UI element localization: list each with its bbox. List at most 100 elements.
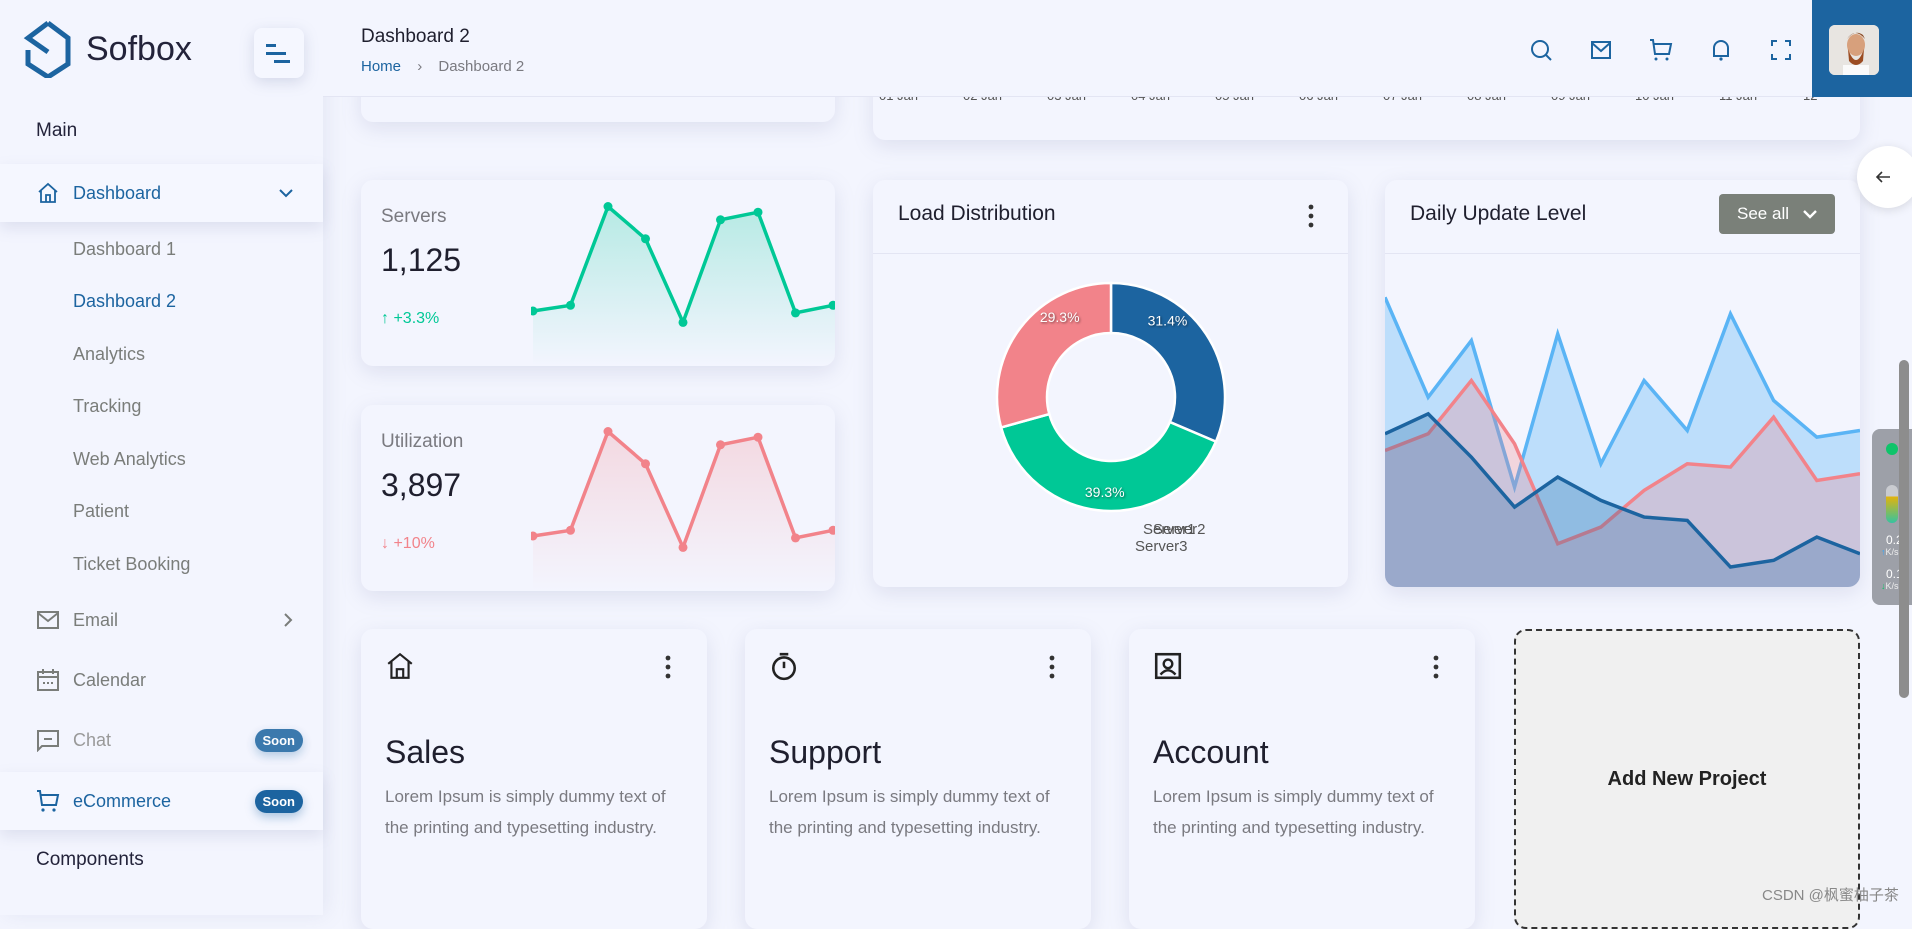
utilization-sparkline xyxy=(531,427,835,591)
donut-slice-server1 xyxy=(1109,281,1227,444)
project-title: Sales xyxy=(385,734,466,770)
project-card-sales: Sales Lorem Ipsum is simply dummy text of… xyxy=(361,629,707,929)
home-icon xyxy=(387,652,413,679)
chevron-down-icon xyxy=(1803,210,1817,219)
cart-icon xyxy=(37,790,60,812)
sofbox-logo-icon xyxy=(23,21,71,78)
load-distribution-card: Load Distribution 31.4% 39.3% 29.3% Server1… xyxy=(873,180,1348,587)
sidebar-item-dashboard-2[interactable]: Dashboard 2 xyxy=(0,272,323,330)
add-new-project-label: Add New Project xyxy=(1607,767,1767,790)
page-title: Dashboard 2 xyxy=(361,26,470,47)
data-point xyxy=(753,432,763,442)
sidebar-item-ecommerce[interactable]: eCommerce Soon xyxy=(0,772,323,830)
sidebar-item-label: Dashboard 2 xyxy=(73,290,177,311)
sidebar-item-chat[interactable]: Chat Soon xyxy=(0,711,323,769)
servers-sparkline xyxy=(531,202,835,366)
sidebar-item-label: Tracking xyxy=(73,395,142,416)
daily-update-area-chart xyxy=(1385,296,1860,587)
data-point xyxy=(791,533,800,543)
sidebar-item-web-analytics[interactable]: Web Analytics xyxy=(0,430,323,488)
sidebar-item-dashboard[interactable]: Dashboard xyxy=(0,164,323,222)
sidebar-item-analytics[interactable]: Analytics xyxy=(0,325,323,383)
data-point xyxy=(716,440,725,450)
data-point xyxy=(603,202,613,211)
sidebar-item-label: Web Analytics xyxy=(73,448,186,469)
top-header: Dashboard 2 Home › Dashboard 2 xyxy=(323,0,1812,97)
see-all-button[interactable]: See all xyxy=(1719,194,1835,234)
data-point xyxy=(641,234,650,244)
scrollbar-thumb[interactable] xyxy=(1899,360,1909,698)
sidebar-item-label: Analytics xyxy=(73,343,146,364)
avatar[interactable] xyxy=(1829,25,1879,75)
watermark: CSDN @枫蜜柚子茶 xyxy=(1762,887,1899,904)
project-description: Lorem Ipsum is simply dummy text of the … xyxy=(769,787,1050,837)
sidebar-item-tracking[interactable]: Tracking xyxy=(0,377,323,435)
stat-value: 3,897 xyxy=(381,467,462,503)
sidebar-item-calendar[interactable]: Calendar xyxy=(0,651,323,709)
menu-toggle-button[interactable] xyxy=(254,28,304,78)
chevron-right-icon xyxy=(284,613,293,627)
sidebar-item-label: Patient xyxy=(73,500,130,521)
status-dot xyxy=(1886,443,1898,455)
data-point xyxy=(753,207,763,217)
sidebar-heading-main: Main xyxy=(36,120,78,141)
see-all-label: See all xyxy=(1737,204,1789,223)
breadcrumb-home-link[interactable]: Home xyxy=(361,58,401,75)
sidebar: Sofbox Main Dashboard Dashboard 1 Dashbo… xyxy=(0,0,323,915)
stat-card-utilization: Utilization 3,897 ↓ +10% xyxy=(361,405,835,591)
project-card-support: Support Lorem Ipsum is simply dummy text … xyxy=(745,629,1091,929)
more-options-icon[interactable] xyxy=(1049,655,1055,679)
project-title: Support xyxy=(769,734,882,770)
mail-icon[interactable] xyxy=(1589,38,1613,62)
more-options-icon[interactable] xyxy=(1308,204,1314,228)
stat-label: Utilization xyxy=(381,431,464,452)
sidebar-item-label: Chat xyxy=(73,729,112,750)
sidebar-item-label: eCommerce xyxy=(73,790,172,811)
card-title: Load Distribution xyxy=(898,202,1056,225)
project-title: Account xyxy=(1153,734,1269,770)
fullscreen-icon[interactable] xyxy=(1769,38,1793,62)
project-description: Lorem Ipsum is simply dummy text of the … xyxy=(385,787,666,837)
arrow-down-icon: ↓ xyxy=(381,535,389,552)
data-point xyxy=(566,300,575,310)
stat-change-value: +3.3% xyxy=(393,310,440,327)
more-options-icon[interactable] xyxy=(1433,655,1439,679)
data-point xyxy=(716,215,725,225)
data-point xyxy=(791,308,800,318)
soon-badge: Soon xyxy=(254,728,303,752)
breadcrumb-separator-icon: › xyxy=(417,58,423,75)
donut-slice-server3 xyxy=(995,281,1113,429)
legend-entry: Server2 xyxy=(1153,521,1206,538)
project-card-account: Account Lorem Ipsum is simply dummy text … xyxy=(1129,629,1475,929)
breadcrumb: Home › Dashboard 2 xyxy=(361,58,524,75)
more-options-icon[interactable] xyxy=(665,655,671,679)
sidebar-item-label: Dashboard 1 xyxy=(73,238,177,259)
stat-change: ↓ +10% xyxy=(381,535,435,553)
sidebar-item-patient[interactable]: Patient xyxy=(0,482,323,540)
sidebar-item-ticket-booking[interactable]: Ticket Booking xyxy=(0,535,323,593)
sidebar-item-dashboard-1[interactable]: Dashboard 1 xyxy=(0,220,323,278)
data-point xyxy=(678,542,688,552)
data-point xyxy=(678,317,688,327)
brand-name: Sofbox xyxy=(86,30,192,68)
download-unit: ↓K/s xyxy=(1881,581,1899,591)
stat-label: Servers xyxy=(381,206,447,227)
level-meter xyxy=(1886,485,1898,523)
chevron-down-icon xyxy=(279,189,293,198)
mail-icon xyxy=(37,611,59,629)
user-menu[interactable] xyxy=(1812,0,1912,97)
sidebar-item-label: Ticket Booking xyxy=(73,553,191,574)
sidebar-item-email[interactable]: Email xyxy=(0,591,323,649)
back-button[interactable] xyxy=(1857,146,1912,208)
load-distribution-donut: 31.4%39.3%29.3%Server1Server2Server3 xyxy=(995,281,1227,555)
menu-icon xyxy=(266,44,290,63)
search-icon[interactable] xyxy=(1529,38,1553,62)
soon-badge: Soon xyxy=(254,789,303,813)
bell-icon[interactable] xyxy=(1709,38,1733,62)
cart-icon[interactable] xyxy=(1649,38,1673,62)
project-description: Lorem Ipsum is simply dummy text of the … xyxy=(1153,787,1434,837)
data-point xyxy=(641,459,650,469)
user-photo xyxy=(1829,25,1879,75)
daily-update-card: Daily Update Level See all xyxy=(1385,180,1860,587)
home-icon xyxy=(38,182,58,203)
